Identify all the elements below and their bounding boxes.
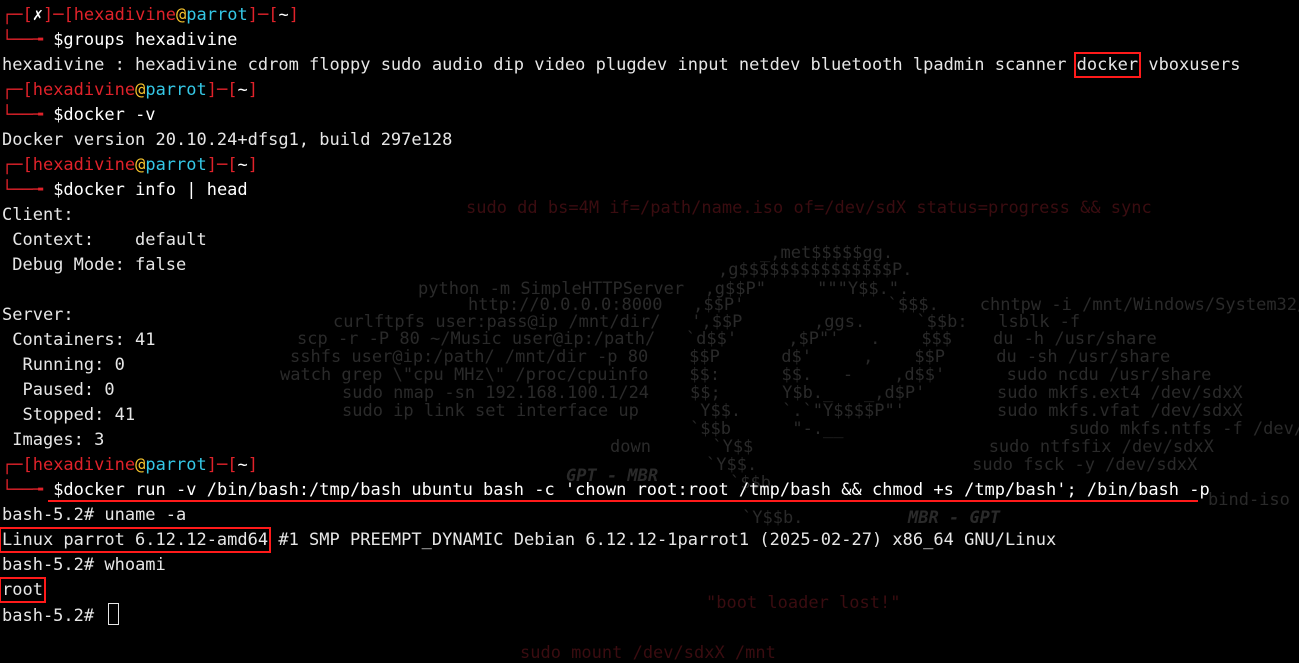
prompt-corner-bottom: └──╼	[2, 30, 54, 50]
output-line: root	[0, 577, 1240, 603]
bash-prompt: bash-5.2#	[2, 606, 105, 626]
output-line: Linux parrot 6.12.12-amd64 #1 SMP PREEMP…	[0, 527, 1240, 553]
prompt-dir: ~	[237, 455, 248, 475]
highlighted-kernel-version: Linux parrot 6.12.12-amd64	[0, 527, 272, 553]
output-line: Stopped: 41	[2, 405, 136, 425]
prompt-corner-top: ┌─[	[2, 5, 33, 25]
prompt-bracket: ]─[	[206, 155, 238, 175]
output-line: Client:	[2, 205, 74, 225]
prompt-dir: ~	[237, 80, 248, 100]
prompt-at: @	[176, 5, 187, 25]
prompt-host: parrot	[145, 155, 207, 175]
prompt-corner-bottom: └──╼	[2, 105, 54, 125]
prompt-host: parrot	[186, 5, 248, 25]
prompt-at: @	[135, 455, 146, 475]
command-text: whoami	[104, 555, 166, 575]
groups-output-rest: vboxusers	[1138, 55, 1241, 75]
prompt-bracket: ]	[288, 5, 299, 25]
output-line: Images: 3	[2, 430, 105, 450]
command-text: $docker info | head	[53, 180, 248, 200]
command-text: uname -a	[104, 505, 187, 525]
prompt-line: ┌─[hexadivine@parrot]─[~]	[2, 453, 1240, 478]
output-line: Paused: 0	[2, 380, 115, 400]
terminal[interactable]: ┌─[✗]─[hexadivine@parrot]─[~] └──╼ $grou…	[0, 3, 1241, 628]
prompt-line: ┌─[hexadivine@parrot]─[~]	[2, 78, 1240, 103]
prompt-bracket: ]─[	[206, 80, 238, 100]
command-text: $docker -v	[53, 105, 156, 125]
prompt-corner-top: ┌─[	[2, 80, 33, 100]
bash-prompt: bash-5.2#	[2, 555, 105, 575]
shell-line[interactable]: bash-5.2#	[2, 603, 1240, 628]
command-text: $groups hexadivine	[53, 30, 238, 50]
exploit-command-text: $docker run -v /bin/bash:/tmp/bash ubunt…	[53, 480, 1210, 500]
shell-line: bash-5.2# uname -a	[2, 503, 1240, 528]
prompt-corner-top: ┌─[	[2, 155, 33, 175]
wallpaper-line: sudo mount /dev/sdxX /mnt	[520, 643, 776, 663]
prompt-bracket: ]─[	[42, 5, 74, 25]
prompt-bracket: ]	[247, 155, 258, 175]
output-line: Running: 0	[2, 355, 125, 375]
prompt-line: ┌─[✗]─[hexadivine@parrot]─[~]	[2, 3, 1240, 28]
command-underline	[48, 500, 1198, 502]
output-line: Docker version 20.10.24+dfsg1, build 297…	[2, 130, 453, 150]
prompt-at: @	[135, 80, 146, 100]
output-line: hexadivine : hexadivine cdrom floppy sud…	[2, 52, 1241, 78]
shell-line: bash-5.2# whoami	[2, 553, 1240, 578]
prompt-user: hexadivine	[32, 155, 136, 175]
prompt-corner-top: ┌─[	[2, 455, 33, 475]
output-line: Debug Mode: false	[2, 255, 187, 275]
command-line: └──╼ $groups hexadivine	[2, 28, 1240, 53]
prompt-bracket: ]─[	[247, 5, 279, 25]
prompt-host: parrot	[145, 80, 207, 100]
prompt-dir: ~	[237, 155, 248, 175]
highlighted-group-docker: docker	[1073, 52, 1142, 78]
prompt-bracket: ]─[	[206, 455, 238, 475]
output-line: Context: default	[2, 230, 207, 250]
bash-prompt: bash-5.2#	[2, 505, 105, 525]
prompt-bracket: ]	[247, 455, 258, 475]
prompt-corner-bottom: └──╼	[2, 480, 54, 500]
text-cursor[interactable]	[108, 603, 120, 625]
prompt-user: hexadivine	[32, 455, 136, 475]
output-line: Containers: 41	[2, 330, 156, 350]
prompt-user: hexadivine	[32, 80, 136, 100]
prompt-at: @	[135, 155, 146, 175]
exit-status: ✗	[32, 5, 43, 25]
prompt-corner-bottom: └──╼	[2, 180, 54, 200]
prompt-user: hexadivine	[73, 5, 177, 25]
output-line: Server:	[2, 305, 74, 325]
highlighted-whoami-root: root	[0, 577, 46, 603]
command-line: └──╼ $docker -v	[2, 103, 1240, 128]
groups-output: hexadivine : hexadivine cdrom floppy sud…	[2, 55, 1077, 75]
prompt-line: ┌─[hexadivine@parrot]─[~]	[2, 153, 1240, 178]
prompt-dir: ~	[278, 5, 289, 25]
prompt-bracket: ]	[247, 80, 258, 100]
command-line: └──╼ $docker info | head	[2, 178, 1240, 203]
prompt-host: parrot	[145, 455, 207, 475]
uname-output-rest: #1 SMP PREEMPT_DYNAMIC Debian 6.12.12-1p…	[268, 530, 1057, 550]
